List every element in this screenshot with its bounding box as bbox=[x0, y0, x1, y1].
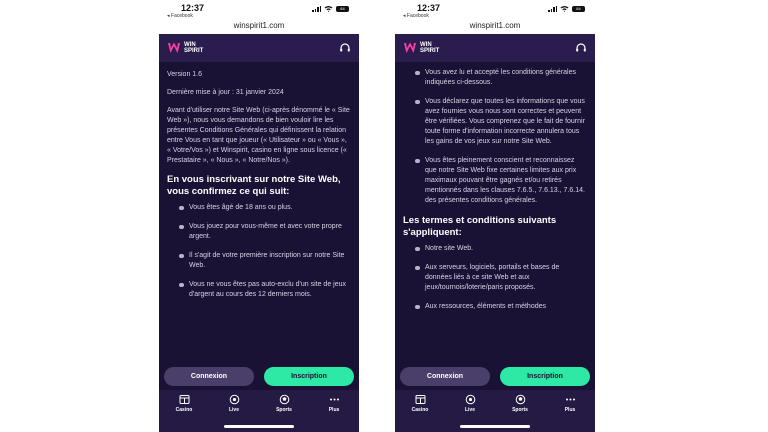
login-button[interactable]: Connexion bbox=[164, 367, 254, 386]
list-item: Notre site Web. bbox=[415, 244, 587, 254]
nav-item-more[interactable]: Plus bbox=[316, 394, 352, 432]
logo-text: WIN SPIRIT bbox=[420, 42, 440, 54]
status-icons: 84 bbox=[548, 5, 585, 12]
live-icon bbox=[229, 394, 239, 405]
version-text: Version 1.6 bbox=[167, 71, 203, 78]
live-icon bbox=[465, 394, 475, 405]
screenshot-stage: 12:37 ◂ Facebook 84 winspirit1.com WIN S… bbox=[0, 0, 768, 432]
section-title: Les termes et conditions suivants s'appl… bbox=[403, 215, 557, 238]
logo-mark-icon bbox=[168, 42, 180, 53]
logo-text: WIN SPIRIT bbox=[184, 42, 204, 54]
nav-label: Plus bbox=[328, 407, 340, 413]
back-to-app-link[interactable]: ◂ Facebook bbox=[403, 13, 429, 19]
app-header: WIN SPIRIT bbox=[395, 34, 595, 62]
phone-screen-left: 12:37 ◂ Facebook 84 winspirit1.com WIN S… bbox=[159, 0, 359, 432]
logo-mark-icon bbox=[404, 42, 416, 53]
list-item: Vous avez lu et accepté les conditions g… bbox=[415, 68, 587, 88]
nav-label: Live bbox=[464, 407, 475, 413]
casino-icon bbox=[179, 395, 189, 404]
signal-icon bbox=[548, 5, 557, 12]
address-bar-url[interactable]: winspirit1.com bbox=[395, 21, 595, 30]
home-indicator bbox=[224, 425, 294, 428]
casino-icon bbox=[415, 395, 425, 404]
auth-actions: Connexion Inscription bbox=[159, 364, 359, 390]
signup-button[interactable]: Inscription bbox=[500, 367, 590, 386]
section-title: En vous inscrivant sur notre Site Web, v… bbox=[167, 174, 341, 197]
intro-paragraph: Avant d'utiliser notre Site Web (ci-aprè… bbox=[167, 107, 350, 164]
sports-icon bbox=[279, 394, 289, 405]
bottom-nav: Casino Live Sports Plus bbox=[395, 390, 595, 432]
bottom-nav: Casino Live Sports Plus bbox=[159, 390, 359, 432]
nav-label: Live bbox=[228, 407, 239, 413]
terms-content: Vous avez lu et accepté les conditions g… bbox=[395, 62, 595, 364]
nav-item-casino[interactable]: Casino bbox=[402, 394, 438, 432]
winspirit-logo[interactable]: WIN SPIRIT bbox=[167, 41, 203, 55]
app-header: WIN SPIRIT bbox=[159, 34, 359, 62]
status-icons: 84 bbox=[312, 5, 349, 12]
address-bar-url[interactable]: winspirit1.com bbox=[159, 21, 359, 30]
wifi-icon bbox=[324, 6, 333, 12]
status-bar: 12:37 ◂ Facebook 84 winspirit1.com bbox=[159, 0, 359, 34]
login-button[interactable]: Connexion bbox=[400, 367, 490, 386]
headset-support-icon[interactable] bbox=[575, 42, 587, 54]
phone-screen-right: 12:37 ◂ Facebook 84 winspirit1.com WIN S… bbox=[395, 0, 595, 432]
nav-item-casino[interactable]: Casino bbox=[166, 394, 202, 432]
confirmation-list: Vous avez lu et accepté les conditions g… bbox=[403, 68, 587, 206]
more-icon bbox=[565, 398, 575, 401]
nav-label: Plus bbox=[564, 407, 576, 413]
home-indicator bbox=[460, 425, 530, 428]
sports-icon bbox=[515, 394, 525, 405]
list-item: Aux ressources, éléments et méthodes bbox=[415, 302, 587, 312]
terms-content: Version 1.6 Dernière mise à jour : 31 ja… bbox=[159, 62, 359, 364]
list-item: Vous êtes pleinement conscient et reconn… bbox=[415, 156, 587, 206]
confirmation-list: Vous êtes âgé de 18 ans ou plus. Vous jo… bbox=[167, 203, 351, 300]
status-bar: 12:37 ◂ Facebook 84 winspirit1.com bbox=[395, 0, 595, 34]
headset-support-icon[interactable] bbox=[339, 42, 351, 54]
nav-item-more[interactable]: Plus bbox=[552, 394, 588, 432]
auth-actions: Connexion Inscription bbox=[395, 364, 595, 390]
signup-button[interactable]: Inscription bbox=[264, 367, 354, 386]
status-time: 12:37 bbox=[181, 3, 205, 13]
winspirit-logo[interactable]: WIN SPIRIT bbox=[403, 41, 439, 55]
nav-label: Sports bbox=[276, 407, 292, 413]
more-icon bbox=[329, 398, 339, 401]
wifi-icon bbox=[560, 6, 569, 12]
nav-label: Sports bbox=[512, 407, 528, 413]
list-item: Vous jouez pour vous-même et avec votre … bbox=[179, 222, 351, 242]
list-item: Aux serveurs, logiciels, portails et bas… bbox=[415, 263, 587, 293]
list-item: Vous êtes âgé de 18 ans ou plus. bbox=[179, 203, 351, 213]
list-item: Vous ne vous êtes pas auto-exclu d'un si… bbox=[179, 280, 351, 300]
last-update-text: Dernière mise à jour : 31 janvier 2024 bbox=[167, 89, 284, 96]
back-to-app-link[interactable]: ◂ Facebook bbox=[167, 13, 193, 19]
nav-label: Casino bbox=[411, 407, 429, 413]
signal-icon bbox=[312, 5, 321, 12]
list-item: Vous déclarez que toutes les information… bbox=[415, 97, 587, 147]
applicability-list: Notre site Web. Aux serveurs, logiciels,… bbox=[403, 244, 587, 312]
nav-label: Casino bbox=[175, 407, 193, 413]
status-time: 12:37 bbox=[417, 3, 441, 13]
battery-icon: 84 bbox=[572, 5, 585, 12]
list-item: Il s'agit de votre première inscription … bbox=[179, 251, 351, 271]
battery-icon: 84 bbox=[336, 5, 349, 12]
